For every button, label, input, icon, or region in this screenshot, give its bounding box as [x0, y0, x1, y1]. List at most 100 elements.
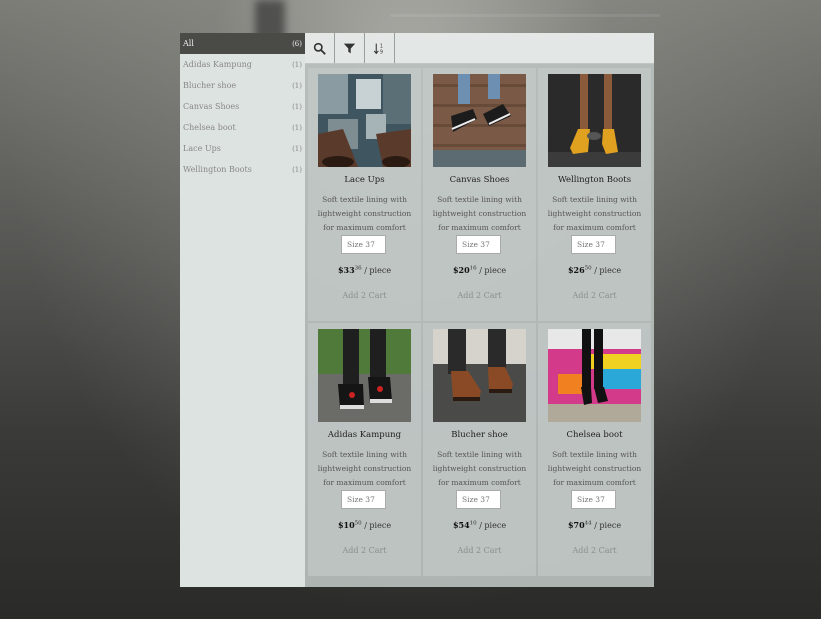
- price-amount: $54: [452, 520, 470, 530]
- size-input[interactable]: [571, 490, 616, 509]
- category-sidebar: All (6) Adidas Kampung (1) Blucher shoe (1)…: [180, 33, 305, 587]
- toolbar: 19: [305, 33, 654, 64]
- category-count: (1): [292, 165, 302, 174]
- category-adidas-kampung[interactable]: Adidas Kampung (1): [180, 54, 305, 75]
- adidas-kampung-photo: [318, 329, 411, 422]
- product-price: $7044 / piece: [538, 520, 651, 530]
- price-unit: / piece: [594, 266, 622, 275]
- price-amount: $20: [452, 265, 470, 275]
- size-input[interactable]: [341, 235, 386, 254]
- product-description: Soft textile lining with lightweight con…: [547, 195, 642, 232]
- search-button[interactable]: [305, 33, 335, 63]
- category-canvas-shoes[interactable]: Canvas Shoes (1): [180, 96, 305, 117]
- product-card: Blucher shoe Soft textile lining with li…: [423, 323, 536, 576]
- product-price: $1050 / piece: [308, 520, 421, 530]
- product-price: $2016 / piece: [423, 265, 536, 275]
- price-amount: $10: [337, 520, 355, 530]
- product-description: Soft textile lining with lightweight con…: [547, 450, 642, 487]
- background-line: [390, 14, 660, 17]
- category-all[interactable]: All (6): [180, 33, 305, 54]
- blucher-shoe-photo: [433, 329, 526, 422]
- category-count: (1): [292, 102, 302, 111]
- product-image-blucher-shoe[interactable]: [433, 329, 526, 422]
- svg-text:9: 9: [380, 49, 383, 55]
- price-unit: / piece: [364, 521, 392, 530]
- category-count: (1): [292, 60, 302, 69]
- size-input[interactable]: [571, 235, 616, 254]
- product-card: Wellington Boots Soft textile lining wit…: [538, 68, 651, 321]
- price-cents: 36: [354, 265, 362, 272]
- category-label: Blucher shoe: [183, 81, 237, 90]
- product-name[interactable]: Lace Ups: [308, 175, 421, 185]
- product-card: Canvas Shoes Soft textile lining with li…: [423, 68, 536, 321]
- product-description: Soft textile lining with lightweight con…: [317, 450, 412, 487]
- product-card: Adidas Kampung Soft textile lining with …: [308, 323, 421, 576]
- price-unit: / piece: [594, 521, 622, 530]
- product-image-chelsea-boot[interactable]: [548, 329, 641, 422]
- chelsea-boot-photo: [548, 329, 641, 422]
- add-to-cart-button[interactable]: Add 2 Cart: [423, 291, 536, 300]
- category-label: Canvas Shoes: [183, 102, 240, 111]
- category-label: All: [183, 39, 194, 48]
- price-cents: 50: [354, 520, 362, 527]
- filter-button[interactable]: [335, 33, 365, 63]
- wellington-boots-photo: [548, 74, 641, 167]
- category-blucher-shoe[interactable]: Blucher shoe (1): [180, 75, 305, 96]
- size-input[interactable]: [341, 490, 386, 509]
- price-unit: / piece: [479, 266, 507, 275]
- price-amount: $70: [567, 520, 585, 530]
- product-name[interactable]: Blucher shoe: [423, 430, 536, 440]
- category-label: Adidas Kampung: [183, 60, 252, 69]
- product-name[interactable]: Canvas Shoes: [423, 175, 536, 185]
- category-count: (1): [292, 123, 302, 132]
- sort-icon: 19: [373, 43, 383, 55]
- canvas-shoes-photo: [433, 74, 526, 167]
- price-cents: 10: [469, 520, 477, 527]
- category-count: (1): [292, 144, 302, 153]
- size-input[interactable]: [456, 235, 501, 254]
- price-cents: 16: [469, 265, 477, 272]
- product-image-canvas-shoes[interactable]: [433, 74, 526, 167]
- product-grid: Lace Ups Soft textile lining with lightw…: [308, 68, 652, 576]
- product-image-adidas-kampung[interactable]: [318, 329, 411, 422]
- product-price: $3336 / piece: [308, 265, 421, 275]
- category-label: Chelsea boot: [183, 123, 236, 132]
- category-lace-ups[interactable]: Lace Ups (1): [180, 138, 305, 159]
- category-chelsea-boot[interactable]: Chelsea boot (1): [180, 117, 305, 138]
- product-image-lace-ups[interactable]: [318, 74, 411, 167]
- product-name[interactable]: Chelsea boot: [538, 430, 651, 440]
- product-card: Chelsea boot Soft textile lining with li…: [538, 323, 651, 576]
- category-label: Wellington Boots: [183, 165, 252, 174]
- product-price: $5410 / piece: [423, 520, 536, 530]
- price-amount: $26: [567, 265, 585, 275]
- lace-ups-photo: [318, 74, 411, 167]
- product-card: Lace Ups Soft textile lining with lightw…: [308, 68, 421, 321]
- category-count: (6): [292, 39, 302, 48]
- product-description: Soft textile lining with lightweight con…: [432, 450, 527, 487]
- add-to-cart-button[interactable]: Add 2 Cart: [538, 291, 651, 300]
- filter-icon: [343, 43, 356, 53]
- size-input[interactable]: [456, 490, 501, 509]
- product-area: 19 Lace Ups Soft textile lining with lig…: [305, 33, 654, 587]
- add-to-cart-button[interactable]: Add 2 Cart: [423, 546, 536, 555]
- search-icon: [313, 42, 326, 55]
- category-label: Lace Ups: [183, 144, 221, 153]
- product-name[interactable]: Wellington Boots: [538, 175, 651, 185]
- shop-window: All (6) Adidas Kampung (1) Blucher shoe (1)…: [180, 33, 654, 587]
- add-to-cart-button[interactable]: Add 2 Cart: [308, 546, 421, 555]
- sort-button[interactable]: 19: [365, 33, 395, 63]
- product-description: Soft textile lining with lightweight con…: [432, 195, 527, 232]
- price-amount: $33: [337, 265, 355, 275]
- price-cents: 50: [584, 265, 592, 272]
- add-to-cart-button[interactable]: Add 2 Cart: [308, 291, 421, 300]
- price-unit: / piece: [479, 521, 507, 530]
- add-to-cart-button[interactable]: Add 2 Cart: [538, 546, 651, 555]
- category-wellington-boots[interactable]: Wellington Boots (1): [180, 159, 305, 180]
- product-name[interactable]: Adidas Kampung: [308, 430, 421, 440]
- price-unit: / piece: [364, 266, 392, 275]
- product-image-wellington-boots[interactable]: [548, 74, 641, 167]
- product-price: $2650 / piece: [538, 265, 651, 275]
- price-cents: 44: [584, 520, 592, 527]
- category-count: (1): [292, 81, 302, 90]
- product-description: Soft textile lining with lightweight con…: [317, 195, 412, 232]
